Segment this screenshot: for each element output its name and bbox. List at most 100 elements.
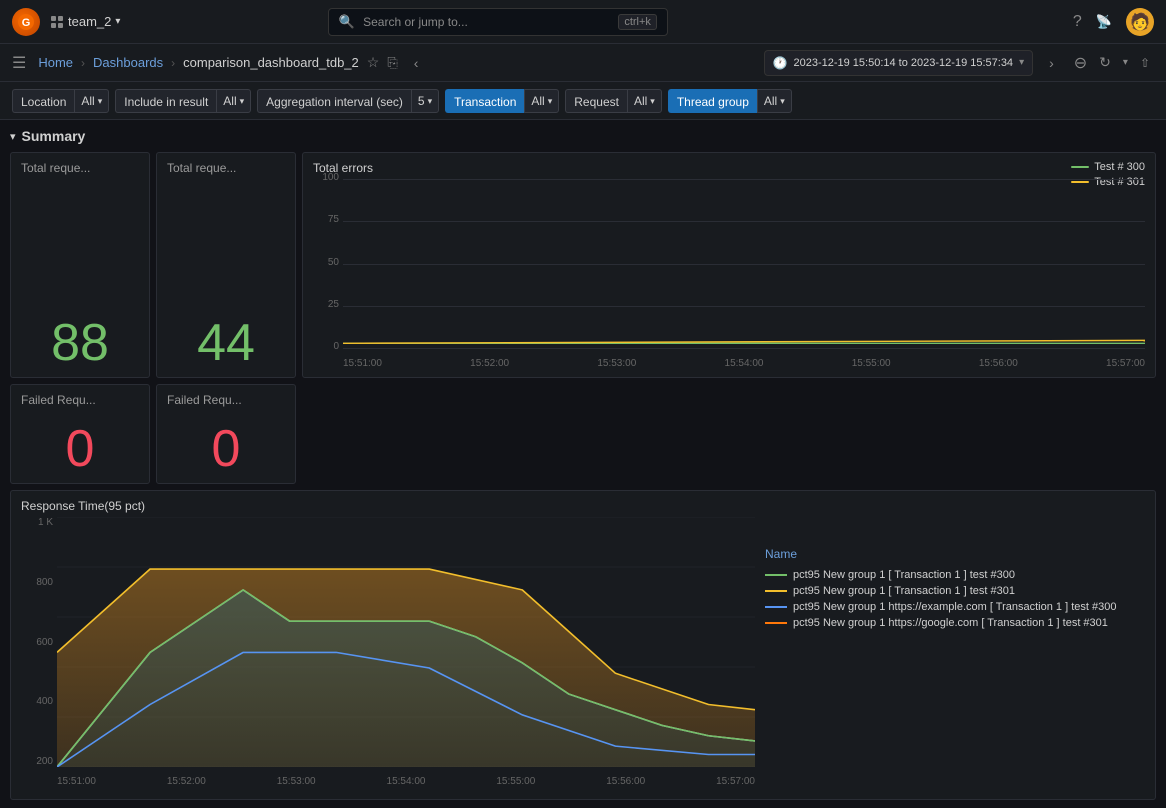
stat-panel-failed-req-1-value: 0 [21,423,139,475]
search-icon: 🔍 [339,14,355,30]
top-nav: G team_2 ▾ 🔍 Search or jump to... ctrl+k… [0,0,1166,44]
legend-line-300 [1071,166,1089,168]
main-content: ▾ Summary Total reque... 88 Total reque.… [0,120,1166,808]
legend-rt-line-2 [765,606,787,608]
legend-label-300: Test # 300 [1094,161,1145,173]
panels-row-2: Failed Requ... 0 Failed Requ... 0 [10,384,1156,484]
legend-item-rt-0: pct95 New group 1 [ Transaction 1 ] test… [765,569,1145,581]
time-nav-prev: ‹ [410,53,423,73]
total-errors-chart-area: 100 75 50 25 0 15:51:00 15:52:00 15:53:0… [313,179,1145,369]
filter-location: Location All ▾ [12,89,109,113]
news-icon[interactable]: 📡 [1096,14,1112,30]
star-icon[interactable]: ☆ [367,54,380,71]
filter-threadgroup-select[interactable]: All ▾ [757,89,792,113]
global-search[interactable]: 🔍 Search or jump to... ctrl+k [328,8,668,36]
legend-rt-label-2: pct95 New group 1 https://example.com [ … [793,601,1116,613]
filter-location-label: Location [12,89,74,113]
filter-request-label: Request [565,89,627,113]
stat-panel-total-req-1: Total reque... 88 [10,152,150,378]
x-label-6: 15:57:00 [1106,358,1145,369]
legend-item-rt-3: pct95 New group 1 https://google.com [ T… [765,617,1145,629]
zoom-controls: ⊖ ↻ ▾ ⇧ [1070,51,1154,75]
collapse-icon[interactable]: ⇧ [1136,54,1154,72]
stat-panel-failed-req-1: Failed Requ... 0 [10,384,150,484]
filter-aggregation: Aggregation interval (sec) 5 ▾ [257,89,439,113]
filter-threadgroup: Thread group All ▾ [668,89,792,113]
menu-icon[interactable]: ☰ [12,53,26,73]
zoom-options-icon[interactable]: ▾ [1119,55,1132,70]
search-shortcut: ctrl+k [618,14,657,30]
filter-aggregation-label: Aggregation interval (sec) [257,89,411,113]
stat-panel-failed-req-2-title: Failed Requ... [167,393,285,407]
refresh-icon[interactable]: ↻ [1095,52,1115,73]
time-range-selector[interactable]: 🕐 2023-12-19 15:50:14 to 2023-12-19 15:5… [764,50,1034,76]
chevron-down-icon-time: ▾ [1019,57,1024,68]
filter-include-select[interactable]: All ▾ [216,89,251,113]
share-icon[interactable]: ⎘ [387,55,397,71]
x-label-r-5: 15:56:00 [606,776,645,787]
grid-line-0: 0 [343,348,1145,349]
legend-rt-label-0: pct95 New group 1 [ Transaction 1 ] test… [793,569,1015,581]
svg-text:G: G [22,17,31,29]
zoom-out-icon[interactable]: ⊖ [1070,51,1091,75]
filter-aggregation-select[interactable]: 5 ▾ [411,89,439,113]
y-labels: 1 K 800 600 400 200 [21,517,53,767]
breadcrumb-dashboards[interactable]: Dashboards [93,55,163,70]
filter-location-select[interactable]: All ▾ [74,89,109,113]
breadcrumb-home[interactable]: Home [38,55,73,70]
response-legend: Name pct95 New group 1 [ Transaction 1 ]… [765,517,1145,787]
response-chart-svg-container: 1 K 800 600 400 200 [21,517,755,787]
legend-rt-line-3 [765,622,787,624]
x-label-3: 15:54:00 [725,358,764,369]
summary-title: Summary [22,128,86,144]
response-legend-title: Name [765,547,1145,561]
legend-rt-label-3: pct95 New group 1 https://google.com [ T… [793,617,1108,629]
dashboard-icon [50,15,64,29]
chart-x-labels: 15:51:00 15:52:00 15:53:00 15:54:00 15:5… [343,358,1145,369]
avatar[interactable]: 🧑 [1126,8,1154,36]
time-range-text: 2023-12-19 15:50:14 to 2023-12-19 15:57:… [793,57,1013,69]
help-icon[interactable]: ? [1073,13,1082,31]
breadcrumb-sep-2: › [171,56,175,70]
filter-include: Include in result All ▾ [115,89,251,113]
time-nav-next: › [1045,53,1058,73]
x-label-r-0: 15:51:00 [57,776,96,787]
panels-row-1: Total reque... 88 Total reque... 44 Tota… [10,152,1156,378]
stat-panel-total-req-1-title: Total reque... [21,161,139,175]
total-errors-chart: Total errors Test # 300 Test # 301 100 7… [302,152,1156,378]
app-logo[interactable]: G [12,8,40,36]
filter-request-select[interactable]: All ▾ [627,89,662,113]
legend-rt-line-0 [765,574,787,576]
response-time-svg [57,517,755,767]
stat-panel-failed-req-1-title: Failed Requ... [21,393,139,407]
filter-transaction-select[interactable]: All ▾ [524,89,559,113]
summary-chevron-icon[interactable]: ▾ [10,130,16,143]
legend-item-rt-2: pct95 New group 1 https://example.com [ … [765,601,1145,613]
legend-rt-line-1 [765,590,787,592]
time-prev-icon[interactable]: ‹ [410,53,423,73]
team-selector[interactable]: team_2 ▾ [50,14,120,29]
time-next-icon[interactable]: › [1045,53,1058,73]
breadcrumb-current: comparison_dashboard_tdb_2 [183,55,359,70]
stat-panel-total-req-2-value: 44 [167,317,285,369]
stat-panel-total-req-1-value: 88 [21,317,139,369]
spacer [302,384,1156,484]
response-time-title: Response Time(95 pct) [21,499,1145,513]
breadcrumb-sep-1: › [81,56,85,70]
legend-rt-label-1: pct95 New group 1 [ Transaction 1 ] test… [793,585,1015,597]
filter-include-label: Include in result [115,89,216,113]
legend-item-rt-1: pct95 New group 1 [ Transaction 1 ] test… [765,585,1145,597]
x-label-5: 15:56:00 [979,358,1018,369]
total-errors-svg [343,179,1145,345]
x-label-0: 15:51:00 [343,358,382,369]
total-errors-title: Total errors [313,161,1145,175]
x-label-2: 15:53:00 [597,358,636,369]
stat-panel-failed-req-2-value: 0 [167,423,285,475]
x-label-1: 15:52:00 [470,358,509,369]
filter-transaction: Transaction All ▾ [445,89,559,113]
stat-panel-total-req-2: Total reque... 44 [156,152,296,378]
x-label-r-2: 15:53:00 [277,776,316,787]
response-chart-area: 1 K 800 600 400 200 [21,517,1145,787]
x-label-r-3: 15:54:00 [387,776,426,787]
x-label-r-1: 15:52:00 [167,776,206,787]
